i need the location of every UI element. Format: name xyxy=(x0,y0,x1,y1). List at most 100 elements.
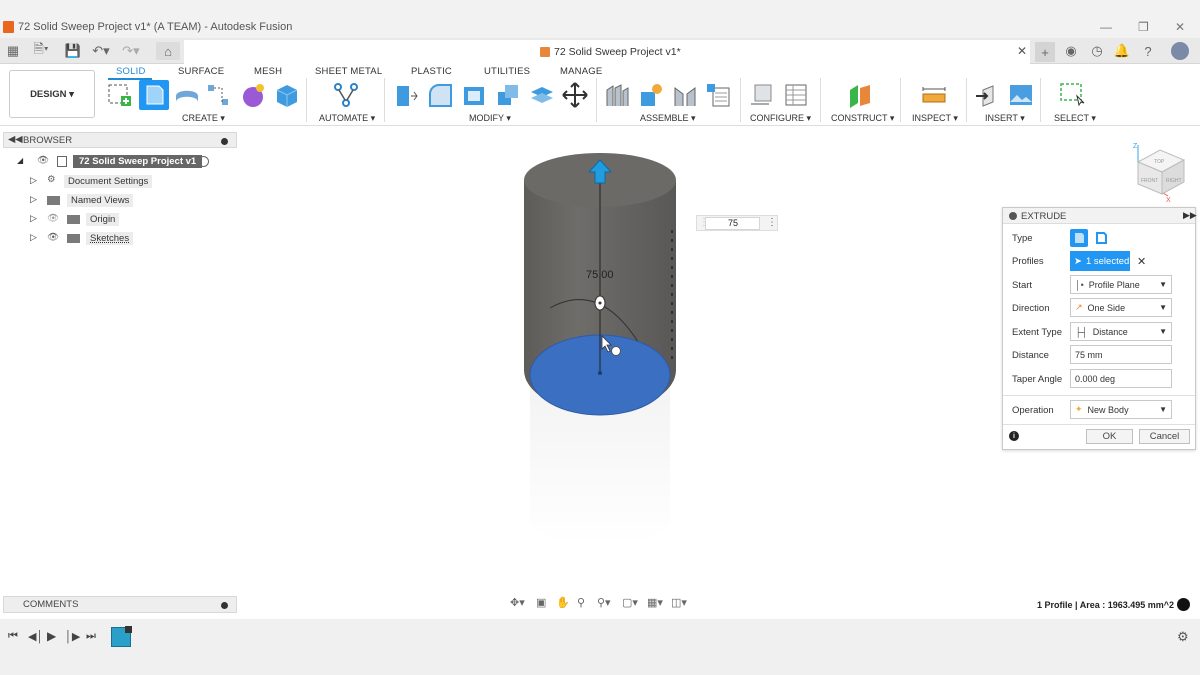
shell-icon[interactable] xyxy=(461,82,487,108)
grid-settings-icon[interactable]: ▦▾ xyxy=(647,596,663,609)
fit-icon[interactable]: ⚲▾ xyxy=(597,596,611,609)
notifications-icon[interactable]: 🔔 xyxy=(1113,42,1131,60)
close-tab-icon[interactable]: ✕ xyxy=(1017,44,1027,58)
start-select[interactable]: │• Profile Plane ▼ xyxy=(1070,275,1172,294)
visibility-eye-icon[interactable]: 👁 xyxy=(47,232,59,243)
browser-item-origin[interactable]: ▷ 👁 Origin xyxy=(30,213,230,227)
new-tab-icon[interactable]: + xyxy=(1035,42,1055,62)
orbit-icon[interactable]: ✥▾ xyxy=(510,596,525,609)
measure-icon[interactable] xyxy=(921,82,947,108)
tab-plastic[interactable]: PLASTIC xyxy=(411,66,452,77)
file-menu-icon[interactable]: 🗎▾ xyxy=(32,41,50,60)
direction-select[interactable]: ↗ One Side ▼ xyxy=(1070,298,1172,317)
inspect-menu[interactable]: INSPECT ▾ xyxy=(912,113,958,124)
configure-menu[interactable]: CONFIGURE ▾ xyxy=(750,113,811,124)
taper-angle-field[interactable]: 0.000 deg xyxy=(1070,369,1172,388)
ok-button[interactable]: OK xyxy=(1086,429,1133,444)
browser-root-row[interactable]: ◢ 👁 72 Solid Sweep Project v1 xyxy=(17,155,217,169)
insert-menu[interactable]: INSERT ▾ xyxy=(985,113,1025,124)
user-avatar[interactable] xyxy=(1171,42,1189,60)
go-to-end-icon[interactable]: ⏭ xyxy=(86,630,96,643)
tab-utilities[interactable]: UTILITIES xyxy=(484,66,530,77)
viewport-canvas[interactable] xyxy=(240,130,1000,590)
collapse-arrow-icon[interactable]: ◢ xyxy=(17,156,23,165)
job-status-icon[interactable]: ◷ xyxy=(1088,42,1106,60)
undo-icon[interactable]: ↶▾ xyxy=(92,42,110,60)
type-thin-button[interactable] xyxy=(1092,229,1110,247)
viewcube-front-label[interactable]: FRONT xyxy=(1141,178,1158,184)
browser-panel-header[interactable]: ◀◀ BROWSER xyxy=(3,132,237,148)
viewcube[interactable]: TOP FRONT RIGHT Z X xyxy=(1128,138,1190,204)
select-window-icon[interactable] xyxy=(1059,82,1085,108)
assemble-menu[interactable]: ASSEMBLE ▾ xyxy=(640,113,696,124)
active-radio-icon[interactable] xyxy=(198,156,209,167)
extent-type-select[interactable]: ├┤ Distance ▼ xyxy=(1070,322,1172,341)
browser-item-document-settings[interactable]: ▷ ⚙ Document Settings xyxy=(30,174,230,189)
timeline-sketch-feature-icon[interactable] xyxy=(111,626,132,647)
expand-arrow-icon[interactable]: ▷ xyxy=(30,232,37,243)
zoom-icon[interactable]: ⚲ xyxy=(577,596,585,609)
insert-derive-icon[interactable] xyxy=(975,82,1001,108)
fusion-mini-icon[interactable] xyxy=(1177,598,1190,611)
pan-icon[interactable]: ✋ xyxy=(556,596,570,609)
profiles-selection-button[interactable]: ➤ 1 selected xyxy=(1070,251,1130,271)
fillet-icon[interactable] xyxy=(427,82,453,108)
step-forward-icon[interactable]: │▶ xyxy=(65,630,80,643)
expand-arrow-icon[interactable]: ▷ xyxy=(30,175,37,186)
sweep-icon[interactable] xyxy=(206,82,232,108)
automate-menu[interactable]: AUTOMATE ▾ xyxy=(319,113,375,124)
expand-dialog-icon[interactable]: ▶▶ xyxy=(1183,210,1197,221)
combine-icon[interactable] xyxy=(495,82,521,108)
form-icon[interactable] xyxy=(240,82,266,108)
hidden-eye-icon[interactable]: 👁 xyxy=(47,213,59,224)
maximize-icon[interactable]: ❐ xyxy=(1138,20,1149,34)
create-sketch-icon[interactable] xyxy=(106,82,132,108)
minimize-icon[interactable]: — xyxy=(1100,20,1112,34)
distance-input[interactable]: 75 xyxy=(705,217,760,230)
configurations-icon[interactable] xyxy=(783,82,809,108)
timeline-settings-icon[interactable]: ⚙ xyxy=(1177,629,1189,645)
minimize-dialog-icon[interactable] xyxy=(1009,212,1017,220)
new-component-icon[interactable] xyxy=(604,82,630,108)
revolve-icon[interactable] xyxy=(174,82,200,108)
save-icon[interactable]: 💾 xyxy=(64,42,82,60)
viewcube-top-label[interactable]: TOP xyxy=(1154,159,1165,165)
home-icon[interactable]: ⌂ xyxy=(156,42,180,60)
expand-arrow-icon[interactable]: ▷ xyxy=(30,213,37,224)
offset-faces-icon[interactable] xyxy=(529,82,555,108)
tab-surface[interactable]: SURFACE xyxy=(178,66,224,77)
document-tab[interactable]: 72 Solid Sweep Project v1* ✕ xyxy=(184,40,1030,64)
tab-sheet-metal[interactable]: SHEET METAL xyxy=(315,66,382,77)
box-icon[interactable] xyxy=(274,82,300,108)
cancel-button[interactable]: Cancel xyxy=(1139,429,1190,444)
extensions-icon[interactable]: ◉ xyxy=(1062,42,1080,60)
bill-of-materials-icon[interactable] xyxy=(705,82,731,108)
modify-menu[interactable]: MODIFY ▾ xyxy=(469,113,511,124)
tab-manage[interactable]: MANAGE xyxy=(560,66,602,77)
pin-icon[interactable] xyxy=(221,602,228,609)
offset-plane-icon[interactable] xyxy=(847,82,873,108)
as-built-joint-icon[interactable] xyxy=(672,82,698,108)
visibility-eye-icon[interactable]: 👁 xyxy=(37,155,49,166)
automate-icon[interactable] xyxy=(333,82,359,108)
workspace-switcher[interactable]: DESIGN ▾ xyxy=(9,70,95,118)
dialog-header[interactable]: EXTRUDE ▶▶ xyxy=(1003,208,1197,224)
create-menu[interactable]: CREATE ▾ xyxy=(182,113,225,124)
construct-menu[interactable]: CONSTRUCT ▾ xyxy=(831,113,894,124)
joint-icon[interactable] xyxy=(638,82,664,108)
tab-solid[interactable]: SOLID xyxy=(116,66,146,77)
press-pull-icon[interactable] xyxy=(393,82,419,108)
go-to-start-icon[interactable]: ⏮ xyxy=(8,630,18,643)
comments-panel-header[interactable]: COMMENTS xyxy=(3,596,237,613)
viewports-icon[interactable]: ◫▾ xyxy=(671,596,687,609)
tab-mesh[interactable]: MESH xyxy=(254,66,282,77)
close-window-icon[interactable]: ✕ xyxy=(1175,20,1185,34)
move-copy-icon[interactable] xyxy=(562,82,588,108)
app-grid-icon[interactable]: ▦ xyxy=(4,42,22,60)
display-settings-icon[interactable]: ▢▾ xyxy=(622,596,638,609)
pin-icon[interactable] xyxy=(221,138,228,145)
expand-arrow-icon[interactable]: ▷ xyxy=(30,194,37,205)
operation-select[interactable]: ✦ New Body ▼ xyxy=(1070,400,1172,419)
canvas-image-icon[interactable] xyxy=(1008,82,1034,108)
collapse-panel-icon[interactable]: ◀◀ xyxy=(8,134,23,145)
